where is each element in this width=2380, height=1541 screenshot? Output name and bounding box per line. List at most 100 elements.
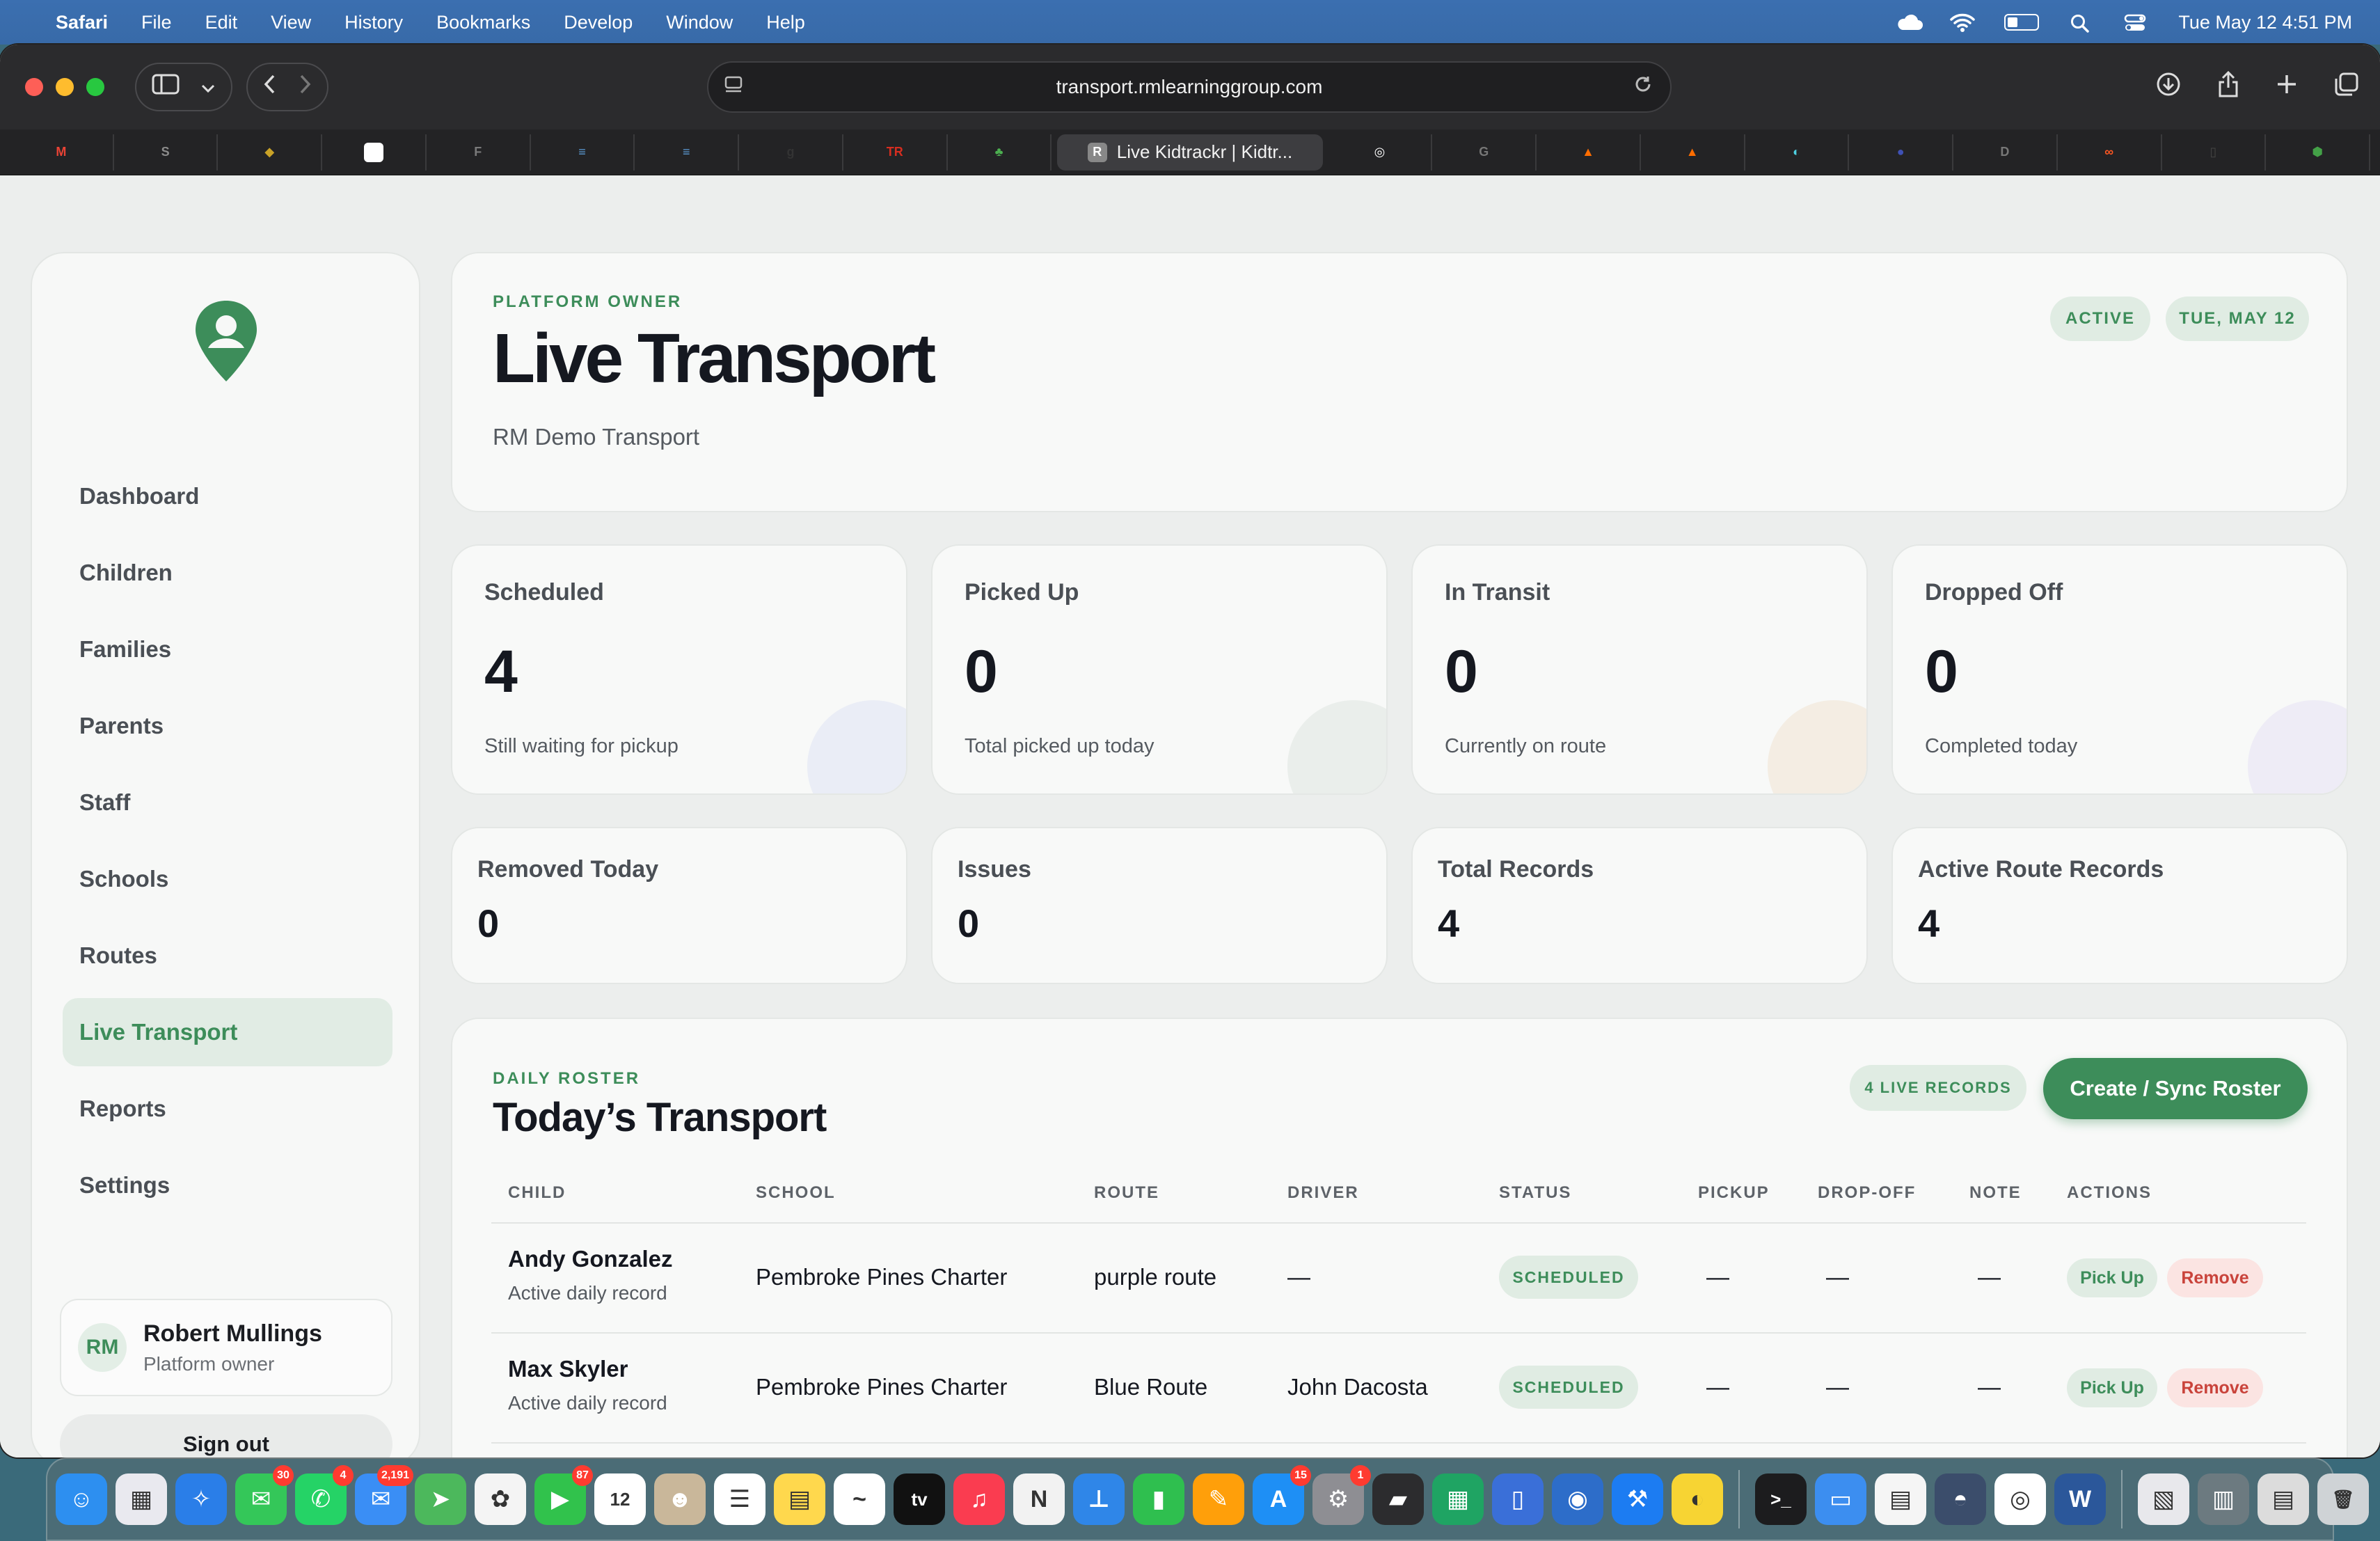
tab-8[interactable]: TR [843, 134, 948, 171]
dock-numbers-icon[interactable]: ▮ [1133, 1473, 1184, 1525]
spotlight-search-icon[interactable] [2070, 13, 2093, 33]
minimize-window-button[interactable] [56, 78, 74, 96]
menu-develop[interactable]: Develop [564, 12, 633, 33]
dock-tv-icon[interactable]: tv [894, 1473, 945, 1525]
battery-icon[interactable] [2004, 14, 2040, 31]
menubar-clock[interactable]: Tue May 12 4:51 PM [2178, 12, 2352, 33]
nav-parents[interactable]: Parents [63, 692, 392, 760]
pick-up-button[interactable]: Pick Up [2067, 1258, 2157, 1297]
dock-reminders-icon[interactable]: ☰ [714, 1473, 765, 1525]
back-arrow-icon[interactable] [263, 74, 277, 100]
dock-whatsapp-icon[interactable]: ✆ 4 [295, 1465, 354, 1525]
child-name[interactable]: Max Skyler [508, 1356, 667, 1382]
tab-overview-icon[interactable] [2334, 72, 2359, 103]
tab-active[interactable]: R Live Kidtrackr | Kidtr... [1057, 134, 1323, 171]
zoom-window-button[interactable] [86, 78, 104, 96]
dock-terminal-icon[interactable]: >_ [1755, 1473, 1807, 1525]
menu-view[interactable]: View [271, 12, 311, 33]
dock-preview-icon[interactable]: ▧ [2138, 1473, 2189, 1525]
nav-families[interactable]: Families [63, 615, 392, 683]
menu-history[interactable]: History [344, 12, 403, 33]
dock-documents-icon[interactable]: ▤ [2258, 1473, 2309, 1525]
new-tab-plus-icon[interactable] [2276, 72, 2298, 102]
close-window-button[interactable] [25, 78, 43, 96]
nav-reports[interactable]: Reports [63, 1075, 392, 1143]
menu-edit[interactable]: Edit [205, 12, 238, 33]
tab-5[interactable]: ≡ [531, 134, 635, 171]
dock-screens-icon[interactable]: ▭ [1815, 1473, 1866, 1525]
page-menu-icon[interactable] [724, 76, 743, 99]
create-sync-roster-button[interactable]: Create / Sync Roster [2043, 1058, 2308, 1119]
dock-trash-icon[interactable]: 🗑 [2317, 1473, 2369, 1525]
dock-maps-icon[interactable]: ➤ [415, 1473, 466, 1525]
sign-out-button[interactable]: Sign out [60, 1414, 392, 1457]
tab-4[interactable]: F [427, 134, 531, 171]
dock-news-icon[interactable]: N [1013, 1473, 1065, 1525]
tab-15[interactable]: ◐ [1745, 134, 1850, 171]
menu-window[interactable]: Window [666, 12, 733, 33]
dock-keynote-icon[interactable]: ⊥ [1073, 1473, 1125, 1525]
dock-finder-icon[interactable]: ☺ [56, 1473, 107, 1525]
cloud-icon[interactable] [1896, 13, 1923, 31]
tab-18[interactable]: ∞ [2058, 134, 2162, 171]
dock-textedit-icon[interactable]: ▤ [1875, 1473, 1926, 1525]
dock-activity-monitor-icon[interactable]: ▰ [1372, 1473, 1424, 1525]
dock-notes-icon[interactable]: ▤ [774, 1473, 825, 1525]
reload-icon[interactable] [1633, 74, 1653, 100]
dock-downloads-icon[interactable]: ▥ [2198, 1473, 2249, 1525]
dock-instruments-icon[interactable]: ◉ [1552, 1473, 1603, 1525]
control-center-icon[interactable] [2124, 13, 2148, 31]
downloads-icon[interactable] [2156, 72, 2181, 103]
tab-17[interactable]: D [1953, 134, 2058, 171]
column-header[interactable]: ACTIONS [2067, 1183, 2152, 1203]
dock-xcode-icon[interactable]: ⚒ [1612, 1473, 1663, 1525]
share-icon[interactable] [2217, 70, 2239, 104]
dock-photos-icon[interactable]: ✿ [475, 1473, 526, 1525]
sidebar-toggle-icon[interactable] [152, 74, 180, 100]
tab-12[interactable]: G [1432, 134, 1537, 171]
menu-file[interactable]: File [141, 12, 172, 33]
nav-schools[interactable]: Schools [63, 845, 392, 913]
dock-vpn-icon[interactable]: ◓ [1935, 1473, 1986, 1525]
remove-button[interactable]: Remove [2167, 1368, 2263, 1407]
dock-contacts-icon[interactable]: ☻ [654, 1473, 706, 1525]
tab-1[interactable]: S [114, 134, 219, 171]
location-pin-logo-icon[interactable] [193, 298, 260, 384]
forward-arrow-icon[interactable] [298, 74, 312, 100]
tab-9[interactable]: ♣ [948, 134, 1052, 171]
dock-mail-icon[interactable]: ✉ 2,191 [355, 1465, 413, 1525]
tab-19[interactable]: ▯ [2162, 134, 2267, 171]
column-header[interactable]: STATUS [1499, 1183, 1571, 1203]
nav-children[interactable]: Children [63, 539, 392, 607]
dock-simulator-icon[interactable]: ▯ [1492, 1473, 1544, 1525]
column-header[interactable]: NOTE [1969, 1183, 2022, 1203]
tab-6[interactable]: ≡ [635, 134, 740, 171]
dock-word-icon[interactable]: W [2054, 1473, 2106, 1525]
column-header[interactable]: SCHOOL [756, 1183, 836, 1203]
dock-system-settings-icon[interactable]: ⚙ 1 [1312, 1465, 1371, 1525]
tab-11[interactable]: ◎ [1328, 134, 1433, 171]
tab-3[interactable] [322, 134, 427, 171]
dock-messages-icon[interactable]: ✉ 30 [235, 1465, 294, 1525]
dock-freeform-icon[interactable]: ~ [834, 1473, 885, 1525]
dock-cyberduck-icon[interactable]: ◐ [1672, 1473, 1723, 1525]
tab-7[interactable]: g [739, 134, 843, 171]
tab-14[interactable]: ▲ [1641, 134, 1745, 171]
menu-app-name[interactable]: Safari [56, 12, 108, 33]
pick-up-button[interactable]: Pick Up [2067, 1368, 2157, 1407]
column-header[interactable]: PICKUP [1698, 1183, 1770, 1203]
menu-help[interactable]: Help [766, 12, 805, 33]
tab-13[interactable]: ▲ [1537, 134, 1641, 171]
dock-music-icon[interactable]: ♫ [953, 1473, 1005, 1525]
nav-routes[interactable]: Routes [63, 922, 392, 990]
nav-dashboard[interactable]: Dashboard [63, 462, 392, 530]
chevron-down-icon[interactable] [200, 75, 216, 99]
dock-launchpad-icon[interactable]: ▦ [116, 1473, 167, 1525]
tab-0[interactable]: M [10, 134, 114, 171]
nav-settings[interactable]: Settings [63, 1151, 392, 1219]
column-header[interactable]: DRIVER [1287, 1183, 1359, 1203]
column-header[interactable]: ROUTE [1094, 1183, 1159, 1203]
dock-facetime-icon[interactable]: ▶ 87 [534, 1465, 593, 1525]
remove-button[interactable]: Remove [2167, 1258, 2263, 1297]
nav-live-transport[interactable]: Live Transport [63, 998, 392, 1066]
